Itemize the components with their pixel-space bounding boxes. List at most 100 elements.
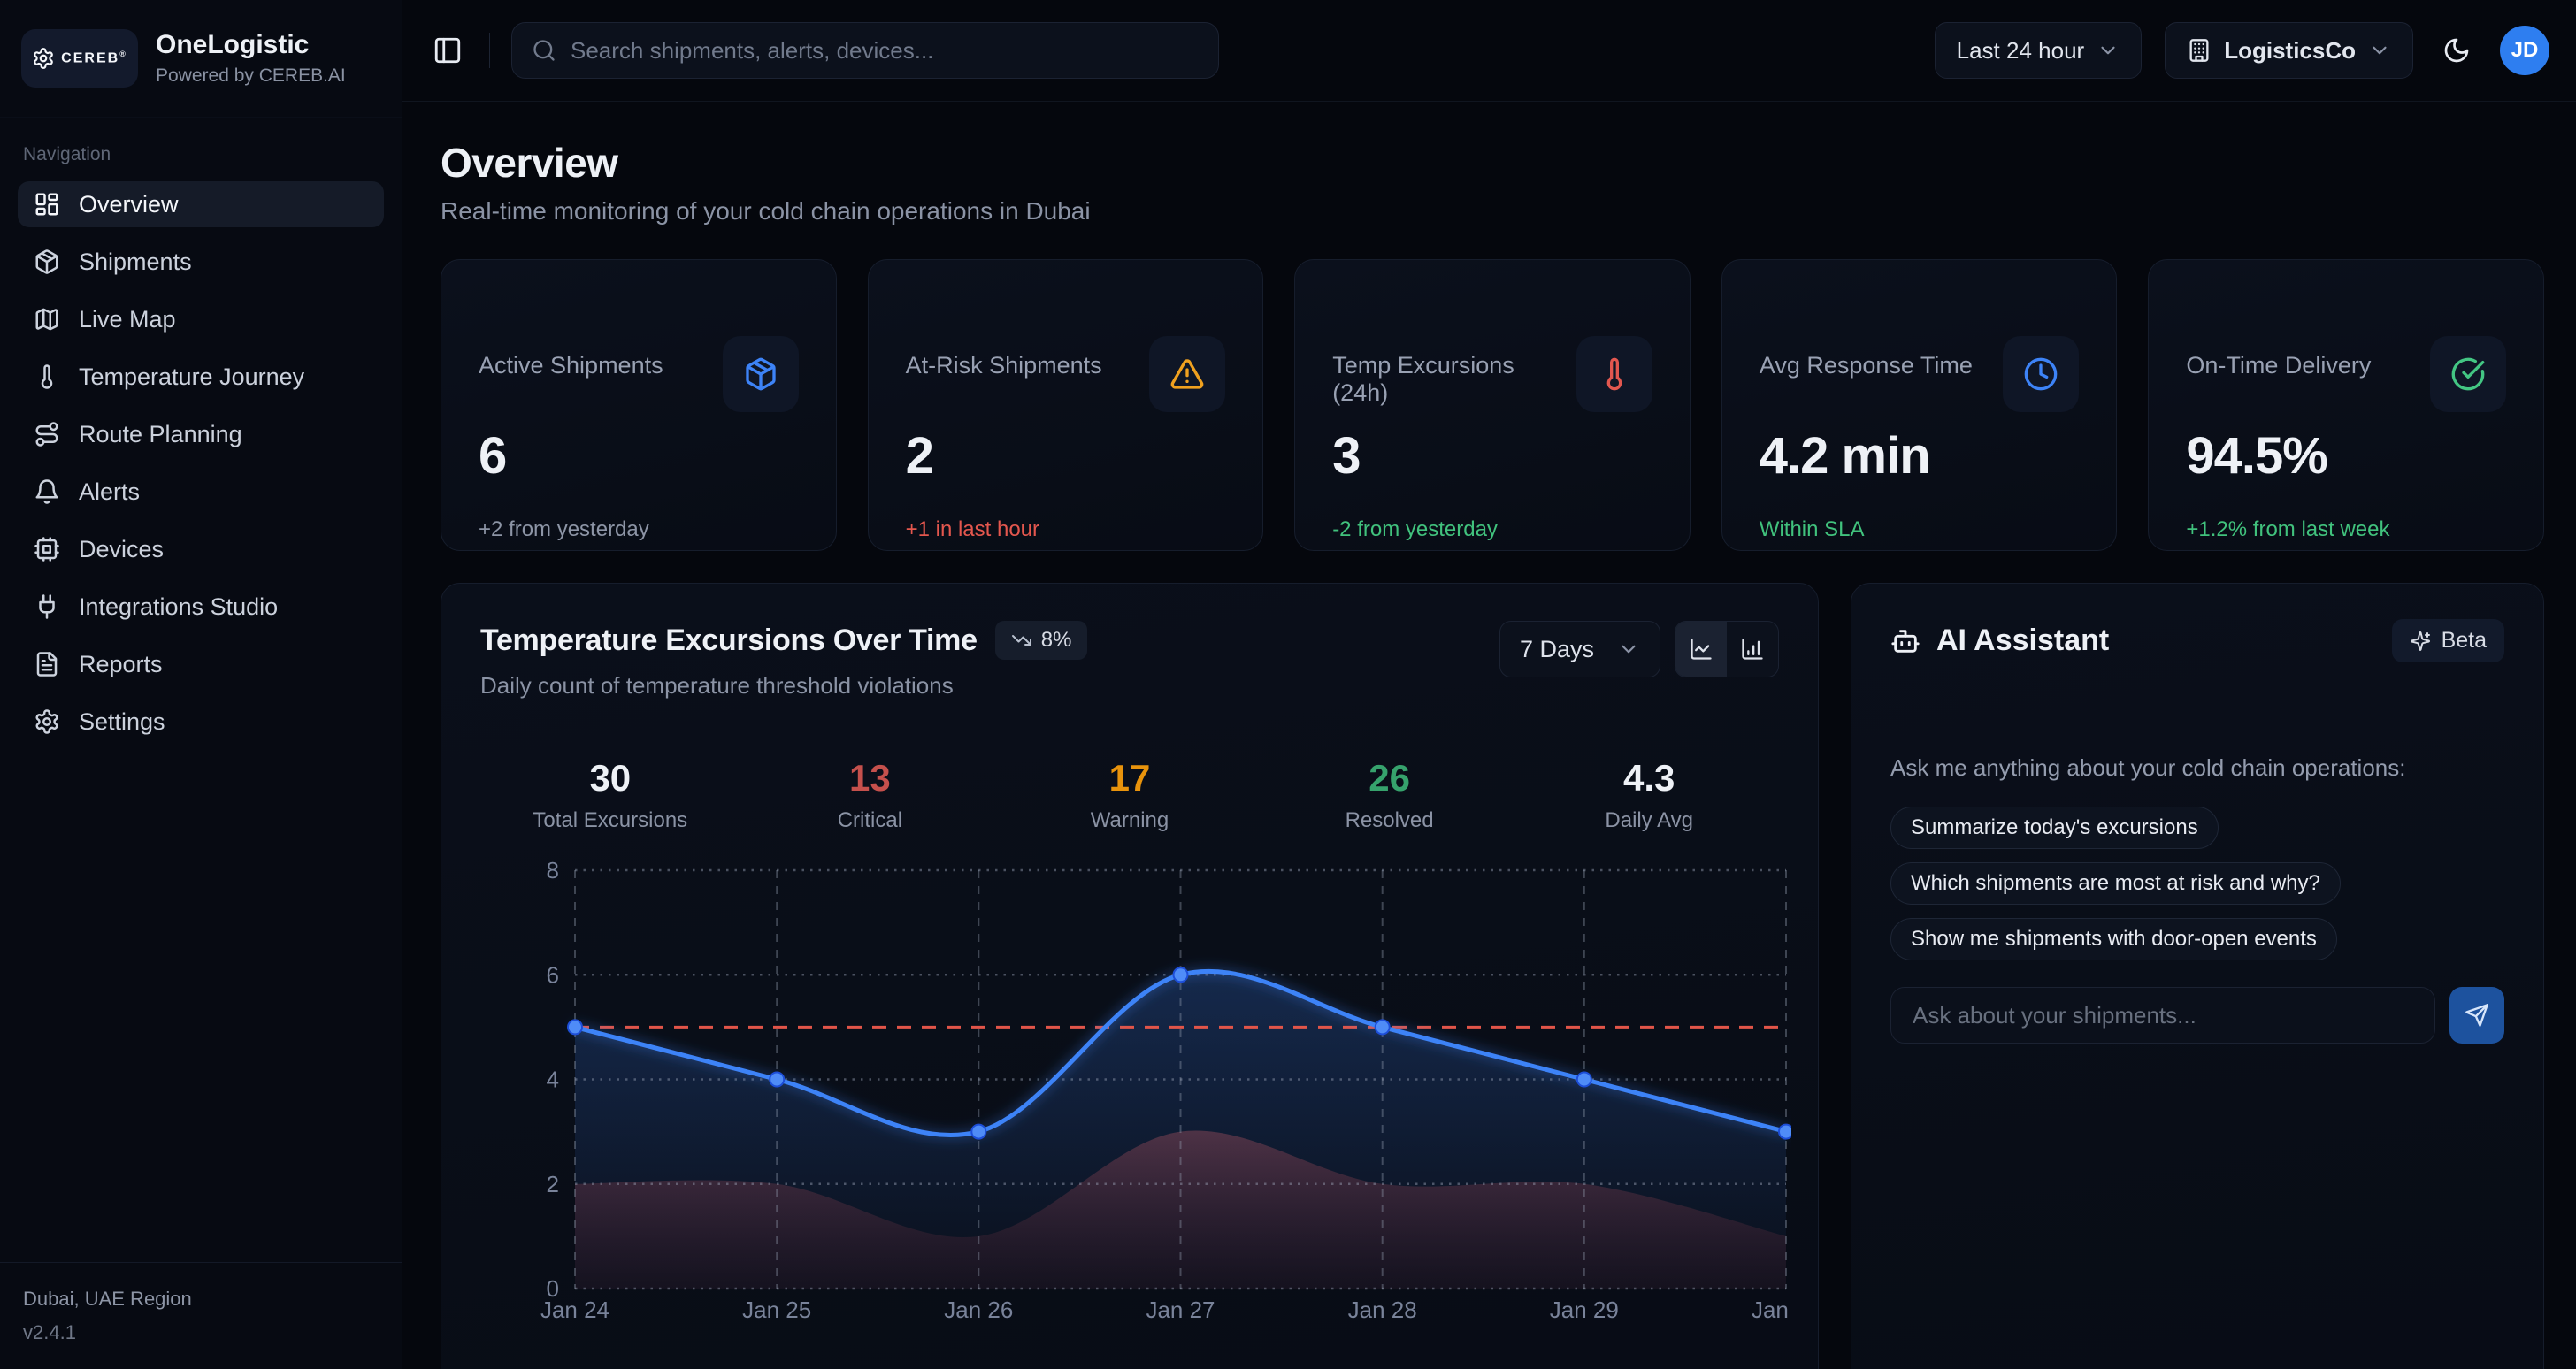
sidebar-nav: Navigation Overview Shipments Live Map T… <box>0 118 402 1262</box>
nav-section-label: Navigation <box>23 144 384 165</box>
sidebar-item-devices[interactable]: Devices <box>18 526 384 572</box>
kpi-label: Temp Excursions (24h) <box>1332 336 1576 407</box>
send-button[interactable] <box>2450 987 2504 1044</box>
nav-item-label: Temperature Journey <box>79 363 304 391</box>
chevron-down-icon <box>2097 39 2120 62</box>
kpi-value: 6 <box>479 426 799 486</box>
ai-input-row <box>1890 987 2504 1044</box>
avatar[interactable]: JD <box>2500 26 2549 75</box>
app-root: CEREB® OneLogistic Powered by CEREB.AI N… <box>0 0 2576 1369</box>
kpi-icon-chip <box>723 336 799 412</box>
kpi-label: Active Shipments <box>479 336 663 379</box>
kpi-label: Avg Response Time <box>1760 336 1973 379</box>
route-icon <box>34 421 60 447</box>
nav-item-label: Settings <box>79 708 165 736</box>
svg-text:4: 4 <box>547 1067 559 1093</box>
kpi-value: 4.2 min <box>1760 426 2080 486</box>
page-subtitle: Real-time monitoring of your cold chain … <box>441 197 2544 226</box>
sidebar-item-temperature-journey[interactable]: Temperature Journey <box>18 354 384 400</box>
send-icon <box>2465 1003 2489 1028</box>
sidebar-item-integrations-studio[interactable]: Integrations Studio <box>18 584 384 630</box>
time-range-select[interactable]: Last 24 hour <box>1935 22 2143 79</box>
kpi-icon-chip <box>2003 336 2079 412</box>
nav-item-label: Route Planning <box>79 421 242 448</box>
sidebar-item-alerts[interactable]: Alerts <box>18 469 384 515</box>
kpi-icon-chip <box>1576 336 1652 412</box>
sidebar-item-reports[interactable]: Reports <box>18 641 384 687</box>
bar-chart-icon <box>1740 637 1765 662</box>
search-input[interactable] <box>571 37 1199 65</box>
bell-icon <box>34 478 60 505</box>
org-name: LogisticsCo <box>2224 37 2356 65</box>
kpi-card-temp-excursions: Temp Excursions (24h) 3 -2 from yesterda… <box>1294 259 1690 551</box>
check-circle-icon <box>2450 356 2486 392</box>
theme-toggle-button[interactable] <box>2436 30 2477 71</box>
dashboard-icon <box>34 191 60 218</box>
topbar-separator <box>489 33 490 68</box>
cereb-logo-text: CEREB® <box>61 50 127 66</box>
stat-daily-avg: 4.3 Daily Avg <box>1519 757 1779 833</box>
kpi-card-avg-response-time: Avg Response Time 4.2 min Within SLA <box>1721 259 2118 551</box>
ai-question-input[interactable] <box>1890 987 2435 1044</box>
sidebar-item-live-map[interactable]: Live Map <box>18 296 384 342</box>
kpi-delta: -2 from yesterday <box>1332 517 1652 542</box>
stat-total-excursions: 30 Total Excursions <box>480 757 740 833</box>
suggestion-chip-summarize-excursions[interactable]: Summarize today's excursions <box>1890 807 2219 849</box>
stat-critical: 13 Critical <box>740 757 1000 833</box>
cereb-logo: CEREB® <box>21 29 138 88</box>
excursions-chart-card: Temperature Excursions Over Time 8% Dail… <box>441 583 1819 1369</box>
kpi-delta: +2 from yesterday <box>479 517 799 542</box>
svg-text:2: 2 <box>547 1171 559 1197</box>
kpi-value: 3 <box>1332 426 1652 486</box>
sidebar-item-shipments[interactable]: Shipments <box>18 239 384 285</box>
time-range-value: Last 24 hour <box>1957 37 2085 65</box>
nav-item-label: Shipments <box>79 249 192 276</box>
thermometer-icon <box>34 363 60 390</box>
kpi-card-active-shipments: Active Shipments 6 +2 from yesterday <box>441 259 837 551</box>
app-tagline: Powered by CEREB.AI <box>156 65 346 87</box>
bot-icon <box>1890 626 1920 656</box>
kpi-label: At-Risk Shipments <box>906 336 1102 379</box>
ai-prompt-text: Ask me anything about your cold chain op… <box>1890 754 2504 782</box>
kpi-delta: +1.2% from last week <box>2186 517 2506 542</box>
kpi-delta: Within SLA <box>1760 517 2080 542</box>
cereb-gear-icon <box>32 47 55 70</box>
global-search[interactable] <box>511 22 1219 79</box>
version-label: v2.4.1 <box>23 1321 379 1344</box>
bar-chart-toggle[interactable] <box>1727 622 1778 677</box>
nav-item-label: Alerts <box>79 478 140 506</box>
sidebar-toggle-button[interactable] <box>427 30 468 71</box>
alert-triangle-icon <box>1169 356 1205 392</box>
building-icon <box>2187 38 2212 63</box>
kpi-card-at-risk-shipments: At-Risk Shipments 2 +1 in last hour <box>868 259 1264 551</box>
kpi-card-on-time-delivery: On-Time Delivery 94.5% +1.2% from last w… <box>2148 259 2544 551</box>
sidebar-item-settings[interactable]: Settings <box>18 699 384 745</box>
suggestion-chip-door-open-events[interactable]: Show me shipments with door-open events <box>1890 918 2337 960</box>
svg-text:Jan 29: Jan 29 <box>1550 1296 1619 1323</box>
kpi-label: On-Time Delivery <box>2186 336 2371 379</box>
sidebar-footer: Dubai, UAE Region v2.4.1 <box>0 1262 402 1369</box>
nav-item-label: Integrations Studio <box>79 593 278 621</box>
kpi-icon-chip <box>2430 336 2506 412</box>
svg-text:Jan 26: Jan 26 <box>944 1296 1013 1323</box>
org-select[interactable]: LogisticsCo <box>2165 22 2413 79</box>
suggestion-chip-shipments-at-risk[interactable]: Which shipments are most at risk and why… <box>1890 862 2341 905</box>
page-content: Overview Real-time monitoring of your co… <box>402 102 2576 1369</box>
nav-item-label: Live Map <box>79 306 176 333</box>
sidebar-item-route-planning[interactable]: Route Planning <box>18 411 384 457</box>
sidebar-item-overview[interactable]: Overview <box>18 181 384 227</box>
line-chart-toggle[interactable] <box>1675 622 1727 677</box>
chart-plot-area: 02468Jan 24Jan 25Jan 26Jan 27Jan 28Jan 2… <box>480 844 1779 1343</box>
thermometer-icon <box>1597 356 1632 392</box>
chevron-down-icon <box>1617 638 1640 661</box>
svg-text:8: 8 <box>547 857 559 883</box>
region-label: Dubai, UAE Region <box>23 1288 379 1311</box>
chart-stats-row: 30 Total Excursions 13 Critical 17 Warni… <box>480 730 1779 838</box>
beta-badge: Beta <box>2392 619 2504 662</box>
chart-range-select[interactable]: 7 Days <box>1499 621 1660 677</box>
chevron-down-icon <box>2368 39 2391 62</box>
stat-resolved: 26 Resolved <box>1260 757 1520 833</box>
chart-subtitle: Daily count of temperature threshold vio… <box>480 672 1087 700</box>
package-icon <box>743 356 778 392</box>
app-title: OneLogistic <box>156 30 346 60</box>
